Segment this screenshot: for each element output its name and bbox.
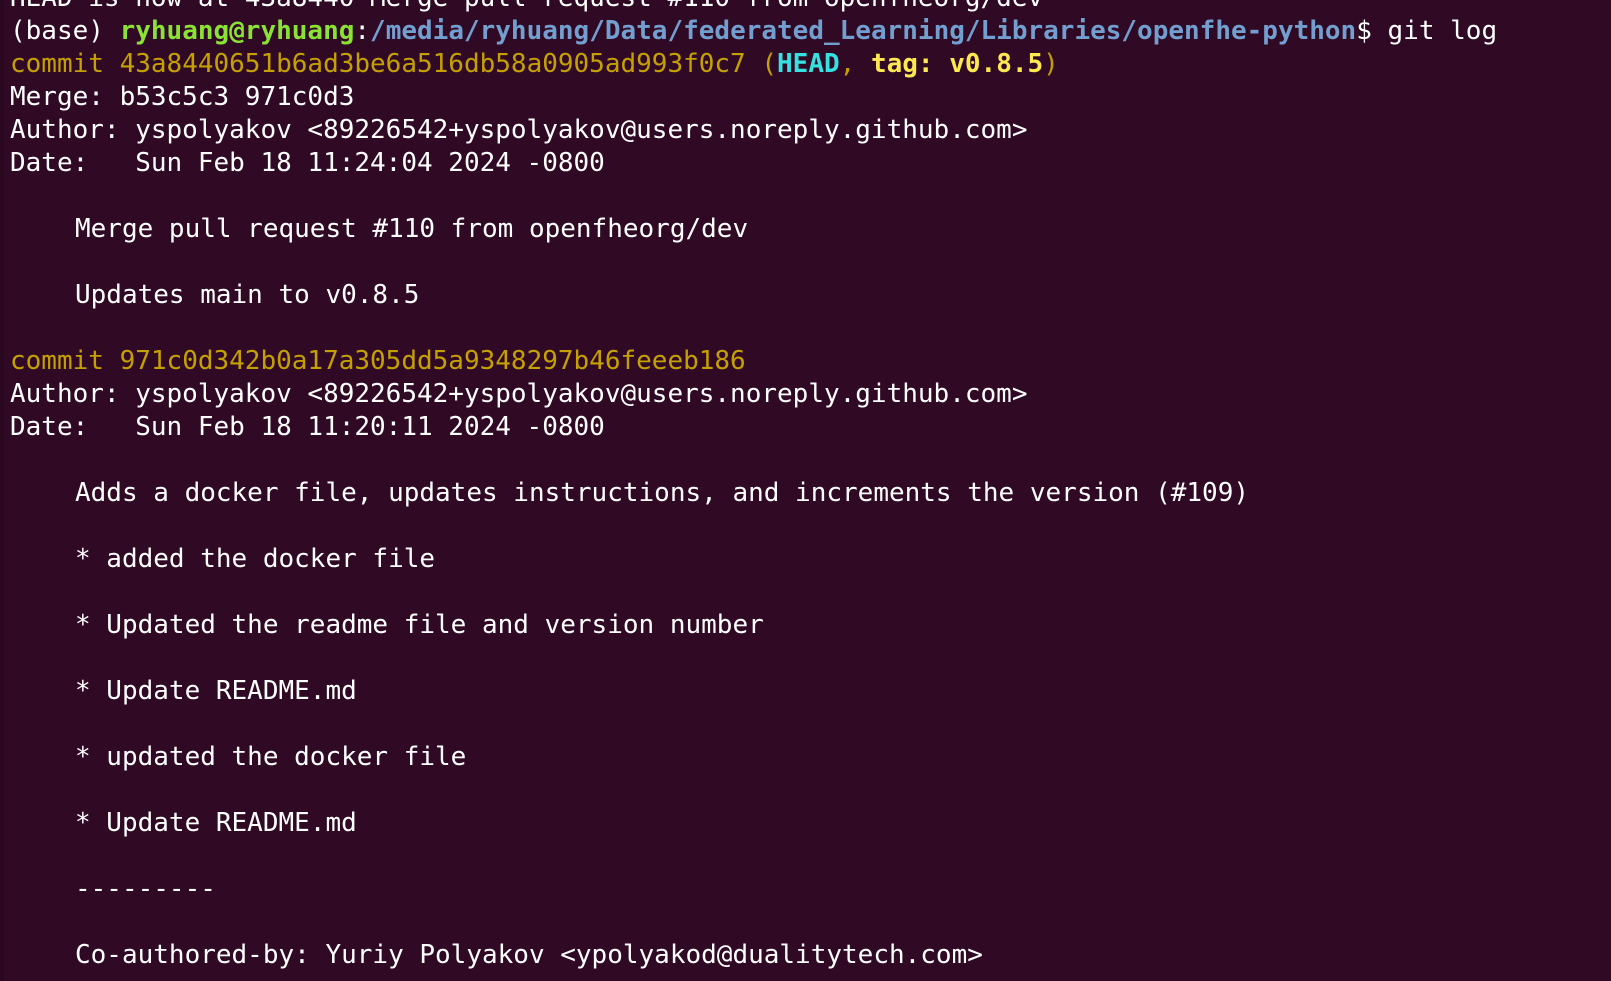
window-edge (0, 0, 4, 981)
commit-hash: 971c0d342b0a17a305dd5a9348297b46feeeb186 (119, 346, 746, 376)
commit-label: commit (10, 49, 120, 79)
commit-hash: 43a8440651b6ad3be6a516db58a0905ad993f0c7 (119, 49, 746, 79)
head-ref: HEAD (777, 49, 840, 79)
prompt-path: /media/ryhuang/Data/federated_Learning/L… (370, 16, 1357, 46)
refs-close: ) (1043, 49, 1059, 79)
commit-merge-line: Merge: b53c5c3 971c0d3 (10, 82, 355, 112)
prompt-dollar: $ (1356, 16, 1388, 46)
commit-date-line: Date: Sun Feb 18 11:24:04 2024 -0800 (10, 148, 605, 178)
conda-env: (base) (10, 16, 120, 46)
commit-header-line: commit 43a8440651b6ad3be6a516db58a0905ad… (10, 48, 1611, 81)
commit-date-line: Date: Sun Feb 18 11:20:11 2024 -0800 (10, 412, 605, 442)
commit-label: commit (10, 346, 120, 376)
commit-message-line: Updates main to v0.8.5 (75, 280, 420, 310)
commit-message-line: * Update README.md (75, 808, 357, 838)
prompt-command: git log (1387, 16, 1498, 46)
commit-message-line: Adds a docker file, updates instructions… (75, 478, 1249, 508)
commit-message-line: * added the docker file (75, 544, 436, 574)
terminal-output: HEAD is now at 43a8440 Merge pull reques… (10, 0, 1611, 972)
commit-author-line: Author: yspolyakov <89226542+yspolyakov@… (10, 115, 1028, 145)
commit-message-separator: --------- (75, 874, 216, 904)
refs-separator: , (839, 49, 871, 79)
commit-message-line: Merge pull request #110 from openfheorg/… (75, 214, 749, 244)
tag-ref: tag: v0.8.5 (870, 49, 1044, 79)
commit-message-line: * Update README.md (75, 676, 357, 706)
commit-message-line: * updated the docker file (75, 742, 467, 772)
commit-coauthor-line: Co-authored-by: Yuriy Polyakov <ypolyako… (75, 940, 983, 970)
prompt-colon: : (354, 16, 371, 46)
commit-author-line: Author: yspolyakov <89226542+yspolyakov@… (10, 379, 1028, 409)
shell-prompt-line: (base) ryhuang@ryhuang:/media/ryhuang/Da… (10, 15, 1611, 48)
commit-message-line: * Updated the readme file and version nu… (75, 610, 764, 640)
terminal-window[interactable]: HEAD is now at 43a8440 Merge pull reques… (0, 0, 1611, 981)
previous-output-line: HEAD is now at 43a8440 Merge pull reques… (10, 0, 1611, 15)
refs-open: ( (745, 49, 778, 79)
commit-header-line: commit 971c0d342b0a17a305dd5a9348297b46f… (10, 345, 1611, 378)
prompt-user-host: ryhuang@ryhuang (119, 16, 355, 46)
